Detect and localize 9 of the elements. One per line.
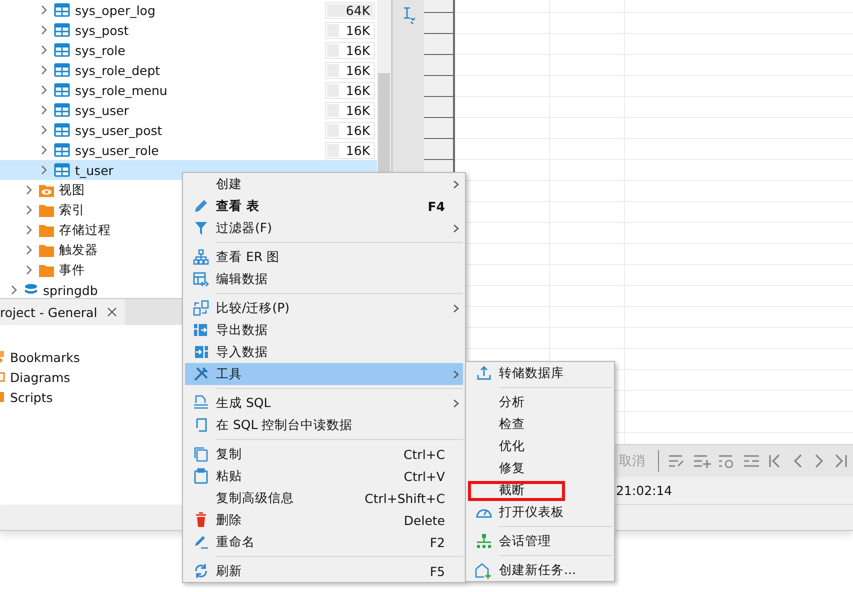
size-text: 16K — [346, 102, 372, 118]
status-time: 21:02:14 — [616, 483, 672, 498]
size-text: 16K — [346, 42, 372, 58]
size-text: 16K — [346, 142, 372, 158]
size-text: 16K — [346, 22, 372, 38]
size-text: 64K — [346, 2, 372, 18]
size-text: 16K — [346, 82, 372, 98]
size-text: 16K — [346, 122, 372, 138]
size-text: 16K — [346, 62, 372, 78]
